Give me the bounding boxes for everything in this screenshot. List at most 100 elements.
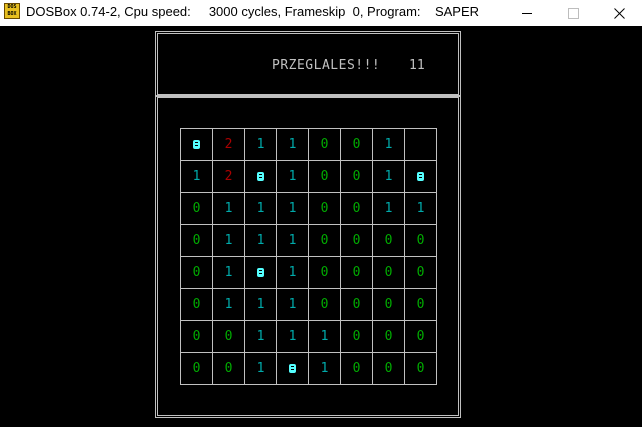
cell-number: 0 bbox=[384, 297, 393, 312]
board-cell[interactable] bbox=[245, 161, 276, 192]
cell-number: 0 bbox=[352, 361, 361, 376]
cell-number: 0 bbox=[192, 361, 201, 376]
board-cell[interactable]: 1 bbox=[277, 129, 308, 160]
window-title: DOSBox 0.74-2, Cpu speed: 3000 cycles, F… bbox=[26, 4, 480, 19]
board-cell[interactable]: 2 bbox=[213, 161, 244, 192]
cell-number: 0 bbox=[320, 169, 329, 184]
board-cell[interactable]: 1 bbox=[373, 161, 404, 192]
cell-number: 1 bbox=[192, 169, 201, 184]
cell-number: 1 bbox=[320, 361, 329, 376]
close-button[interactable] bbox=[596, 0, 642, 26]
maximize-icon bbox=[567, 7, 579, 19]
board-cell[interactable]: 1 bbox=[277, 289, 308, 320]
board-cell[interactable]: 0 bbox=[181, 257, 212, 288]
board-cell[interactable]: 1 bbox=[277, 257, 308, 288]
board-cell[interactable] bbox=[405, 161, 436, 192]
board-cell[interactable]: 0 bbox=[405, 257, 436, 288]
title-bar[interactable]: DOS BOX DOSBox 0.74-2, Cpu speed: 3000 c… bbox=[0, 0, 642, 26]
board-cell[interactable]: 1 bbox=[309, 353, 340, 384]
board-cell[interactable]: 1 bbox=[309, 321, 340, 352]
cell-number: 0 bbox=[320, 201, 329, 216]
board-cell[interactable]: 1 bbox=[181, 161, 212, 192]
board-cell[interactable]: 1 bbox=[245, 321, 276, 352]
cell-number: 1 bbox=[256, 233, 265, 248]
mine-icon bbox=[289, 364, 296, 373]
board-cell[interactable]: 1 bbox=[213, 225, 244, 256]
board-cell[interactable]: 0 bbox=[309, 257, 340, 288]
cell-number: 2 bbox=[224, 137, 233, 152]
board-cell[interactable]: 0 bbox=[181, 193, 212, 224]
board-cell[interactable]: 1 bbox=[213, 257, 244, 288]
minimize-button[interactable] bbox=[504, 0, 550, 26]
mine-icon bbox=[257, 172, 264, 181]
cell-number: 1 bbox=[256, 297, 265, 312]
cell-number: 1 bbox=[384, 201, 393, 216]
board-cell[interactable]: 1 bbox=[245, 129, 276, 160]
cell-number: 0 bbox=[224, 329, 233, 344]
board-cell[interactable]: 0 bbox=[373, 321, 404, 352]
board-cell[interactable]: 0 bbox=[181, 353, 212, 384]
board-cell[interactable] bbox=[181, 129, 212, 160]
board-cell[interactable]: 1 bbox=[373, 193, 404, 224]
board-cell[interactable]: 0 bbox=[181, 321, 212, 352]
board-cell[interactable]: 0 bbox=[341, 129, 372, 160]
cell-number: 1 bbox=[288, 297, 297, 312]
board-cell[interactable]: 0 bbox=[213, 353, 244, 384]
board-cell[interactable]: 0 bbox=[341, 353, 372, 384]
mine-icon bbox=[257, 268, 264, 277]
board-cell[interactable]: 2 bbox=[213, 129, 244, 160]
board-cell[interactable]: 1 bbox=[245, 289, 276, 320]
cell-number: 1 bbox=[320, 329, 329, 344]
cell-number: 1 bbox=[224, 297, 233, 312]
cell-number: 1 bbox=[256, 329, 265, 344]
board-cell[interactable]: 0 bbox=[309, 225, 340, 256]
board-cell[interactable]: 0 bbox=[341, 321, 372, 352]
board-cell[interactable]: 0 bbox=[309, 161, 340, 192]
board-cell[interactable]: 0 bbox=[181, 225, 212, 256]
board-cell[interactable]: 0 bbox=[341, 193, 372, 224]
board-cell[interactable]: 0 bbox=[341, 161, 372, 192]
board-cell[interactable] bbox=[405, 129, 436, 160]
board-cell[interactable]: 1 bbox=[213, 289, 244, 320]
cell-number: 0 bbox=[224, 361, 233, 376]
board-cell[interactable]: 0 bbox=[309, 289, 340, 320]
board-cell[interactable]: 0 bbox=[341, 289, 372, 320]
cell-number: 1 bbox=[288, 329, 297, 344]
board-cell[interactable]: 0 bbox=[405, 289, 436, 320]
cell-number: 0 bbox=[384, 329, 393, 344]
board-cell[interactable]: 0 bbox=[341, 225, 372, 256]
board-cell[interactable]: 1 bbox=[277, 193, 308, 224]
board-cell[interactable]: 0 bbox=[405, 321, 436, 352]
board-cell[interactable]: 0 bbox=[213, 321, 244, 352]
board-cell[interactable]: 0 bbox=[341, 257, 372, 288]
board-cell[interactable]: 0 bbox=[373, 289, 404, 320]
board-cell[interactable]: 1 bbox=[277, 225, 308, 256]
board-cell[interactable]: 1 bbox=[245, 193, 276, 224]
board-cell[interactable]: 1 bbox=[277, 321, 308, 352]
board-cell[interactable]: 0 bbox=[405, 225, 436, 256]
cell-number: 0 bbox=[352, 329, 361, 344]
board-cell[interactable]: 1 bbox=[405, 193, 436, 224]
board-cell[interactable] bbox=[277, 353, 308, 384]
cell-number: 1 bbox=[224, 265, 233, 280]
board-cell[interactable]: 0 bbox=[373, 353, 404, 384]
board-cell[interactable]: 1 bbox=[373, 129, 404, 160]
board-cell[interactable]: 1 bbox=[277, 161, 308, 192]
board-cell[interactable] bbox=[245, 257, 276, 288]
board-cell[interactable]: 0 bbox=[373, 225, 404, 256]
board-cell[interactable]: 0 bbox=[405, 353, 436, 384]
board-cell[interactable]: 0 bbox=[181, 289, 212, 320]
board-cell[interactable]: 1 bbox=[213, 193, 244, 224]
dos-screen[interactable]: PRZEGLALES!!! 11 21100112100101110011011… bbox=[0, 26, 642, 427]
dosbox-icon: DOS BOX bbox=[4, 3, 20, 19]
board-cell[interactable]: 1 bbox=[245, 353, 276, 384]
board-cell[interactable]: 0 bbox=[309, 193, 340, 224]
mine-icon bbox=[193, 140, 200, 149]
cell-number: 1 bbox=[288, 201, 297, 216]
board-cell[interactable]: 0 bbox=[373, 257, 404, 288]
cell-number: 0 bbox=[416, 329, 425, 344]
cell-number: 0 bbox=[192, 233, 201, 248]
board-cell[interactable]: 0 bbox=[309, 129, 340, 160]
board-cell[interactable]: 1 bbox=[245, 225, 276, 256]
maximize-button[interactable] bbox=[550, 0, 596, 26]
